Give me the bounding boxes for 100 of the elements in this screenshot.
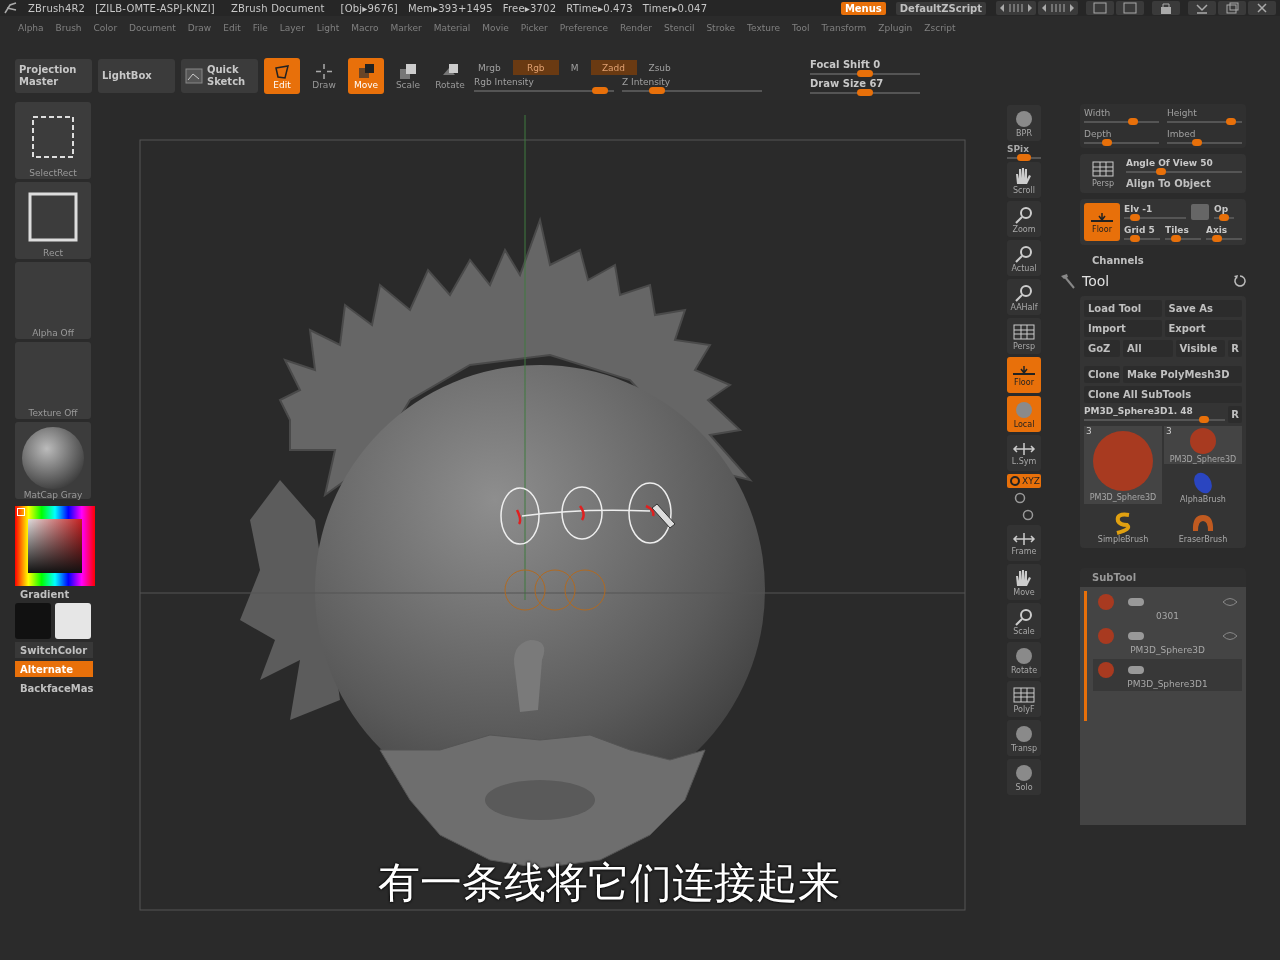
size-slider-thumb[interactable] — [1101, 139, 1112, 146]
shelf-button[interactable]: SelectRect — [15, 102, 91, 179]
tool-button[interactable]: GoZ — [1084, 340, 1120, 357]
shelf-button[interactable]: Rect — [15, 182, 91, 259]
shelf-button[interactable]: Floor — [1007, 357, 1041, 393]
menu-item[interactable]: Movie — [482, 23, 509, 34]
shelf-button[interactable]: Persp — [1007, 318, 1041, 354]
tool-button[interactable]: Export — [1164, 320, 1242, 337]
script-button[interactable]: DefaultZScript — [895, 1, 986, 15]
color-swatch[interactable] — [15, 603, 51, 639]
tool-button[interactable]: Move — [348, 58, 384, 95]
subtool-item[interactable]: 0301 — [1093, 591, 1242, 623]
color-picker[interactable] — [15, 506, 95, 586]
tool-thumbnail[interactable]: 3 PM3D_Sphere3D — [1084, 426, 1162, 504]
subtool-item[interactable]: PM3D_Sphere3D1 — [1093, 659, 1242, 691]
tool-button[interactable]: R — [1228, 340, 1242, 357]
mode-toggle[interactable]: Mrgb — [474, 60, 505, 76]
floor-slider-thumb[interactable] — [1211, 235, 1222, 242]
spix-slider-thumb[interactable] — [1017, 154, 1031, 161]
alternate-button[interactable]: Alternate — [15, 661, 93, 677]
tool-button[interactable]: Visible — [1175, 340, 1225, 357]
shelf-button[interactable]: Frame — [1007, 525, 1041, 561]
tool-button[interactable]: Save As — [1164, 300, 1242, 317]
shelf-button[interactable]: Local — [1007, 396, 1041, 432]
shelf-button[interactable]: Zoom — [1007, 201, 1041, 237]
menu-item[interactable]: Texture — [747, 23, 781, 34]
tool-button[interactable]: Load Tool — [1084, 300, 1162, 317]
intensity-slider-thumb[interactable] — [649, 87, 665, 95]
backface-mask-button[interactable]: BackfaceMas — [15, 680, 93, 696]
shelf-button[interactable]: MatCap Gray — [15, 422, 91, 499]
menu-item[interactable]: Stroke — [706, 23, 736, 34]
tool-thumbnail[interactable]: 3 PM3D_Sphere3D — [1164, 426, 1242, 464]
menu-item[interactable]: Color — [93, 23, 118, 34]
shelf-button[interactable]: Actual — [1007, 240, 1041, 276]
brush-slider-thumb[interactable] — [857, 88, 873, 96]
tool-button[interactable]: Scale — [390, 58, 426, 95]
shelf-button[interactable]: L.Sym — [1007, 435, 1041, 471]
tool-thumbnail[interactable]: AlphaBrush — [1164, 466, 1242, 504]
opacity-slider-thumb[interactable] — [1219, 214, 1229, 221]
tool-thumbnail[interactable]: SimpleBrush — [1084, 506, 1162, 544]
angle-slider-thumb[interactable] — [1155, 168, 1166, 175]
menu-item[interactable]: Brush — [55, 23, 82, 34]
shelf-button[interactable]: AAHalf — [1007, 279, 1041, 315]
opacity-swatch[interactable] — [1191, 204, 1209, 220]
color-swatch[interactable] — [55, 603, 91, 639]
floor-button[interactable]: Floor — [1084, 203, 1120, 241]
persp-button[interactable]: Persp — [1084, 159, 1122, 188]
brush-slider-thumb[interactable] — [857, 69, 873, 77]
floor-slider-thumb[interactable] — [1170, 235, 1181, 242]
menu-item[interactable]: Document — [129, 23, 176, 34]
tool-thumbnail[interactable]: EraserBrush — [1164, 506, 1242, 544]
panel-button[interactable]: Projection Master — [15, 59, 92, 94]
subtool-scrollbar[interactable] — [1084, 591, 1087, 721]
menu-item[interactable]: File — [252, 23, 268, 34]
tool-button[interactable]: Clone — [1084, 366, 1120, 383]
floor-slider-thumb[interactable] — [1129, 235, 1140, 242]
xyz-button[interactable]: XYZ — [1007, 474, 1041, 488]
menu-item[interactable]: Zplugin — [878, 23, 913, 34]
shelf-button[interactable]: Rotate — [1007, 642, 1041, 678]
switch-color-button[interactable]: SwitchColor — [15, 642, 93, 658]
menu-item[interactable]: Macro — [351, 23, 379, 34]
menu-item[interactable]: Light — [316, 23, 340, 34]
size-slider-thumb[interactable] — [1127, 118, 1138, 125]
panel-button[interactable]: LightBox — [98, 59, 175, 94]
color-gradient-square[interactable] — [28, 519, 82, 573]
menu-item[interactable]: Transform — [821, 23, 867, 34]
tool-button[interactable]: Import — [1084, 320, 1162, 337]
shelf-button[interactable]: Solo — [1007, 759, 1041, 795]
empty-slot-button[interactable]: Texture Off — [15, 342, 91, 419]
current-tool-slider-thumb[interactable] — [1198, 416, 1209, 423]
mode-toggle[interactable]: Rgb — [512, 60, 559, 76]
size-slider-thumb[interactable] — [1225, 118, 1236, 125]
menus-button[interactable]: Menus — [840, 1, 886, 15]
shelf-button[interactable]: PolyF — [1007, 681, 1041, 717]
menu-item[interactable]: Material — [433, 23, 471, 34]
subtool-item[interactable]: PM3D_Sphere3D — [1093, 625, 1242, 657]
align-button[interactable]: Align To Object — [1126, 178, 1242, 189]
shelf-button[interactable]: Scale — [1007, 603, 1041, 639]
tool-button[interactable]: Draw — [306, 58, 342, 95]
shelf-button[interactable]: Scroll — [1007, 162, 1041, 198]
shelf-button[interactable]: Move — [1007, 564, 1041, 600]
tool-button[interactable]: All — [1123, 340, 1173, 357]
tool-button[interactable]: Make PolyMesh3D — [1123, 366, 1242, 383]
menu-item[interactable]: Stencil — [663, 23, 695, 34]
mode-toggle[interactable]: Zadd — [590, 60, 637, 76]
empty-slot-button[interactable]: Alpha Off — [15, 262, 91, 339]
menu-item[interactable]: Draw — [187, 23, 212, 34]
menu-item[interactable]: Zscript — [924, 23, 956, 34]
menu-item[interactable]: Marker — [390, 23, 422, 34]
tool-button[interactable]: R — [1228, 406, 1242, 423]
menu-item[interactable]: Render — [619, 23, 652, 34]
shelf-button[interactable]: BPR — [1007, 105, 1041, 141]
menu-item[interactable]: Preference — [559, 23, 608, 34]
size-slider-thumb[interactable] — [1192, 139, 1202, 146]
intensity-slider-thumb[interactable] — [592, 87, 608, 95]
tool-button[interactable]: Edit — [264, 58, 300, 95]
menu-item[interactable]: Alpha — [18, 23, 44, 34]
elevation-slider-thumb[interactable] — [1130, 214, 1141, 221]
menu-item[interactable]: Picker — [520, 23, 548, 34]
mode-toggle[interactable]: M — [566, 60, 583, 76]
